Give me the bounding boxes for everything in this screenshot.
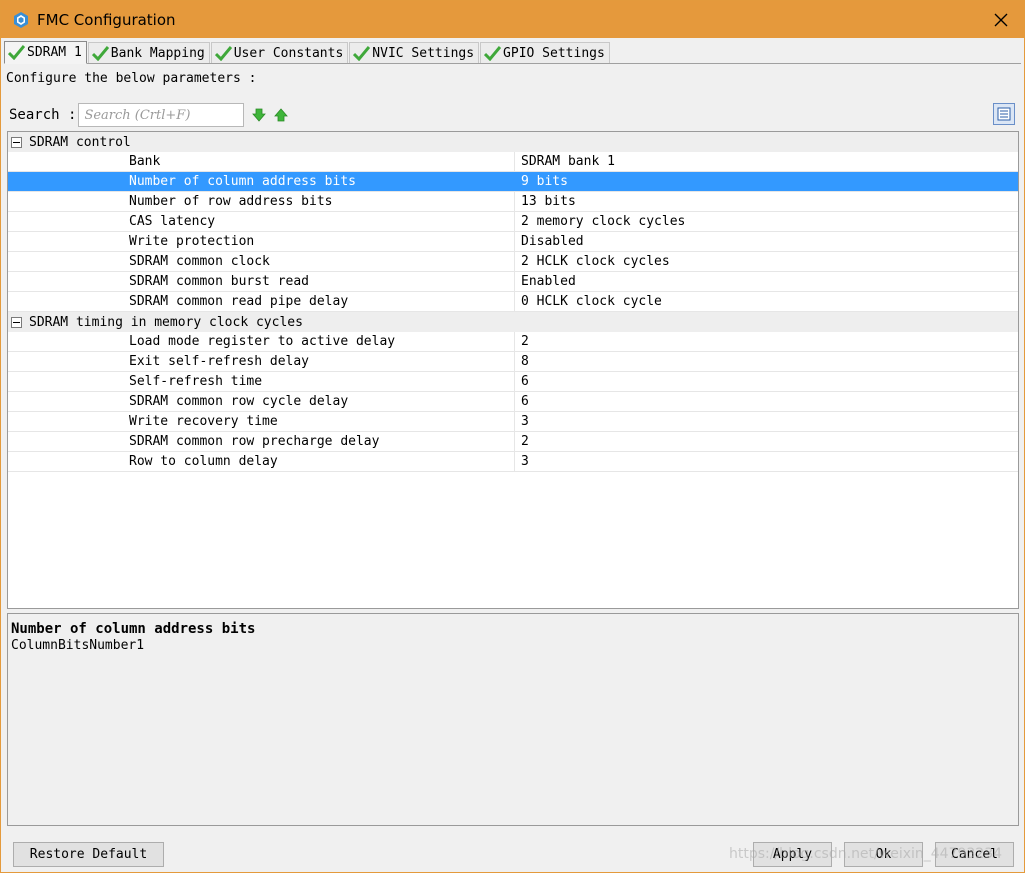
arrow-up-icon [274, 108, 289, 122]
param-row-row-to-column-delay[interactable]: Row to column delay 3 [8, 452, 1018, 472]
search-bar: Search : [9, 103, 1019, 127]
param-name: Write recovery time [129, 414, 278, 429]
param-row-row-address-bits[interactable]: Number of row address bits 13 bits [8, 192, 1018, 212]
param-row-common-clock[interactable]: SDRAM common clock 2 HCLK clock cycles [8, 252, 1018, 272]
window-title: FMC Configuration [37, 10, 176, 29]
group-label: SDRAM timing in memory clock cycles [29, 314, 303, 330]
tab-label: NVIC Settings [372, 45, 475, 61]
param-value[interactable]: Enabled [514, 272, 1018, 291]
param-value[interactable]: 3 [514, 412, 1018, 431]
check-icon [214, 45, 232, 61]
arrow-down-icon [252, 108, 267, 122]
tab-label: Bank Mapping [110, 45, 205, 61]
param-row-row-cycle-delay[interactable]: SDRAM common row cycle delay 6 [8, 392, 1018, 412]
param-row-read-pipe-delay[interactable]: SDRAM common read pipe delay 0 HCLK cloc… [8, 292, 1018, 312]
param-value[interactable]: 2 memory clock cycles [514, 212, 1018, 231]
check-icon [484, 45, 502, 61]
param-value[interactable]: SDRAM bank 1 [514, 152, 1018, 171]
param-value[interactable]: 9 bits [514, 172, 1018, 191]
configure-label: Configure the below parameters : [6, 71, 257, 86]
search-input[interactable] [78, 103, 245, 127]
param-value[interactable]: 3 [514, 452, 1018, 471]
param-name: SDRAM common burst read [129, 274, 310, 289]
param-row-write-protection[interactable]: Write protection Disabled [8, 232, 1018, 252]
search-previous-button[interactable] [274, 108, 289, 122]
param-row-common-burst-read[interactable]: SDRAM common burst read Enabled [8, 272, 1018, 292]
param-name: SDRAM common read pipe delay [129, 294, 349, 309]
group-sdram-timing[interactable]: SDRAM timing in memory clock cycles [8, 312, 1018, 332]
tab-sdram-1[interactable]: SDRAM 1 [4, 41, 87, 64]
param-row-row-precharge-delay[interactable]: SDRAM common row precharge delay 2 [8, 432, 1018, 452]
tab-label: User Constants [233, 45, 344, 61]
tab-bar: SDRAM 1 Bank Mapping User Constants NVIC… [4, 41, 1021, 64]
param-name: CAS latency [129, 214, 216, 229]
param-value[interactable]: 6 [514, 392, 1018, 411]
stm32cube-app-icon [13, 11, 29, 28]
param-value[interactable]: Disabled [514, 232, 1018, 251]
param-name: Load mode register to active delay [129, 334, 396, 349]
apply-button[interactable]: Apply [753, 842, 832, 867]
restore-default-button[interactable]: Restore Default [13, 842, 164, 867]
check-icon [353, 45, 371, 61]
ok-button[interactable]: Ok [844, 842, 923, 867]
check-icon [91, 45, 109, 61]
tab-bank-mapping[interactable]: Bank Mapping [87, 42, 210, 63]
param-value[interactable]: 0 HCLK clock cycle [514, 292, 1018, 311]
param-name: Number of column address bits [129, 174, 356, 189]
description-body: ColumnBitsNumber1 [11, 638, 145, 653]
list-view-icon [997, 107, 1011, 121]
param-name: Self-refresh time [129, 374, 263, 389]
param-value[interactable]: 2 HCLK clock cycles [514, 252, 1018, 271]
param-value[interactable]: 2 [514, 332, 1018, 351]
param-name: Row to column delay [129, 454, 278, 469]
search-label: Search : [9, 107, 77, 123]
param-value[interactable]: 13 bits [514, 192, 1018, 211]
param-name: Number of row address bits [129, 194, 333, 209]
view-mode-button[interactable] [993, 103, 1015, 125]
param-row-exit-self-refresh[interactable]: Exit self-refresh delay 8 [8, 352, 1018, 372]
collapse-icon[interactable] [11, 136, 22, 148]
param-value[interactable]: 2 [514, 432, 1018, 451]
description-panel: Number of column address bits ColumnBits… [7, 613, 1019, 826]
check-icon [8, 45, 25, 60]
close-button[interactable] [978, 1, 1024, 38]
parameter-tree: SDRAM control Bank SDRAM bank 1 Number o… [7, 131, 1019, 609]
param-row-cas-latency[interactable]: CAS latency 2 memory clock cycles [8, 212, 1018, 232]
collapse-icon[interactable] [11, 316, 22, 328]
param-name: Write protection [129, 234, 255, 249]
param-row-write-recovery[interactable]: Write recovery time 3 [8, 412, 1018, 432]
close-icon [994, 13, 1008, 26]
param-name: Bank [129, 154, 161, 169]
tab-nvic-settings[interactable]: NVIC Settings [349, 42, 480, 63]
group-sdram-control[interactable]: SDRAM control [8, 132, 1018, 152]
cancel-button[interactable]: Cancel [935, 842, 1014, 867]
tab-user-constants[interactable]: User Constants [210, 42, 349, 63]
search-next-button[interactable] [252, 108, 267, 122]
tab-label: GPIO Settings [503, 45, 605, 61]
param-value[interactable]: 8 [514, 352, 1018, 371]
param-row-self-refresh-time[interactable]: Self-refresh time 6 [8, 372, 1018, 392]
group-label: SDRAM control [29, 134, 131, 150]
param-row-load-mode-register[interactable]: Load mode register to active delay 2 [8, 332, 1018, 352]
param-name: SDRAM common clock [129, 254, 270, 269]
param-name: SDRAM common row cycle delay [129, 394, 349, 409]
param-row-bank[interactable]: Bank SDRAM bank 1 [8, 152, 1018, 172]
param-name: SDRAM common row precharge delay [129, 434, 380, 449]
param-row-column-address-bits[interactable]: Number of column address bits 9 bits [8, 172, 1018, 192]
title-bar: FMC Configuration [1, 1, 1024, 38]
description-title: Number of column address bits [11, 621, 256, 637]
tab-label: SDRAM 1 [27, 45, 82, 60]
param-value[interactable]: 6 [514, 372, 1018, 391]
tab-gpio-settings[interactable]: GPIO Settings [480, 42, 610, 63]
param-name: Exit self-refresh delay [129, 354, 310, 369]
